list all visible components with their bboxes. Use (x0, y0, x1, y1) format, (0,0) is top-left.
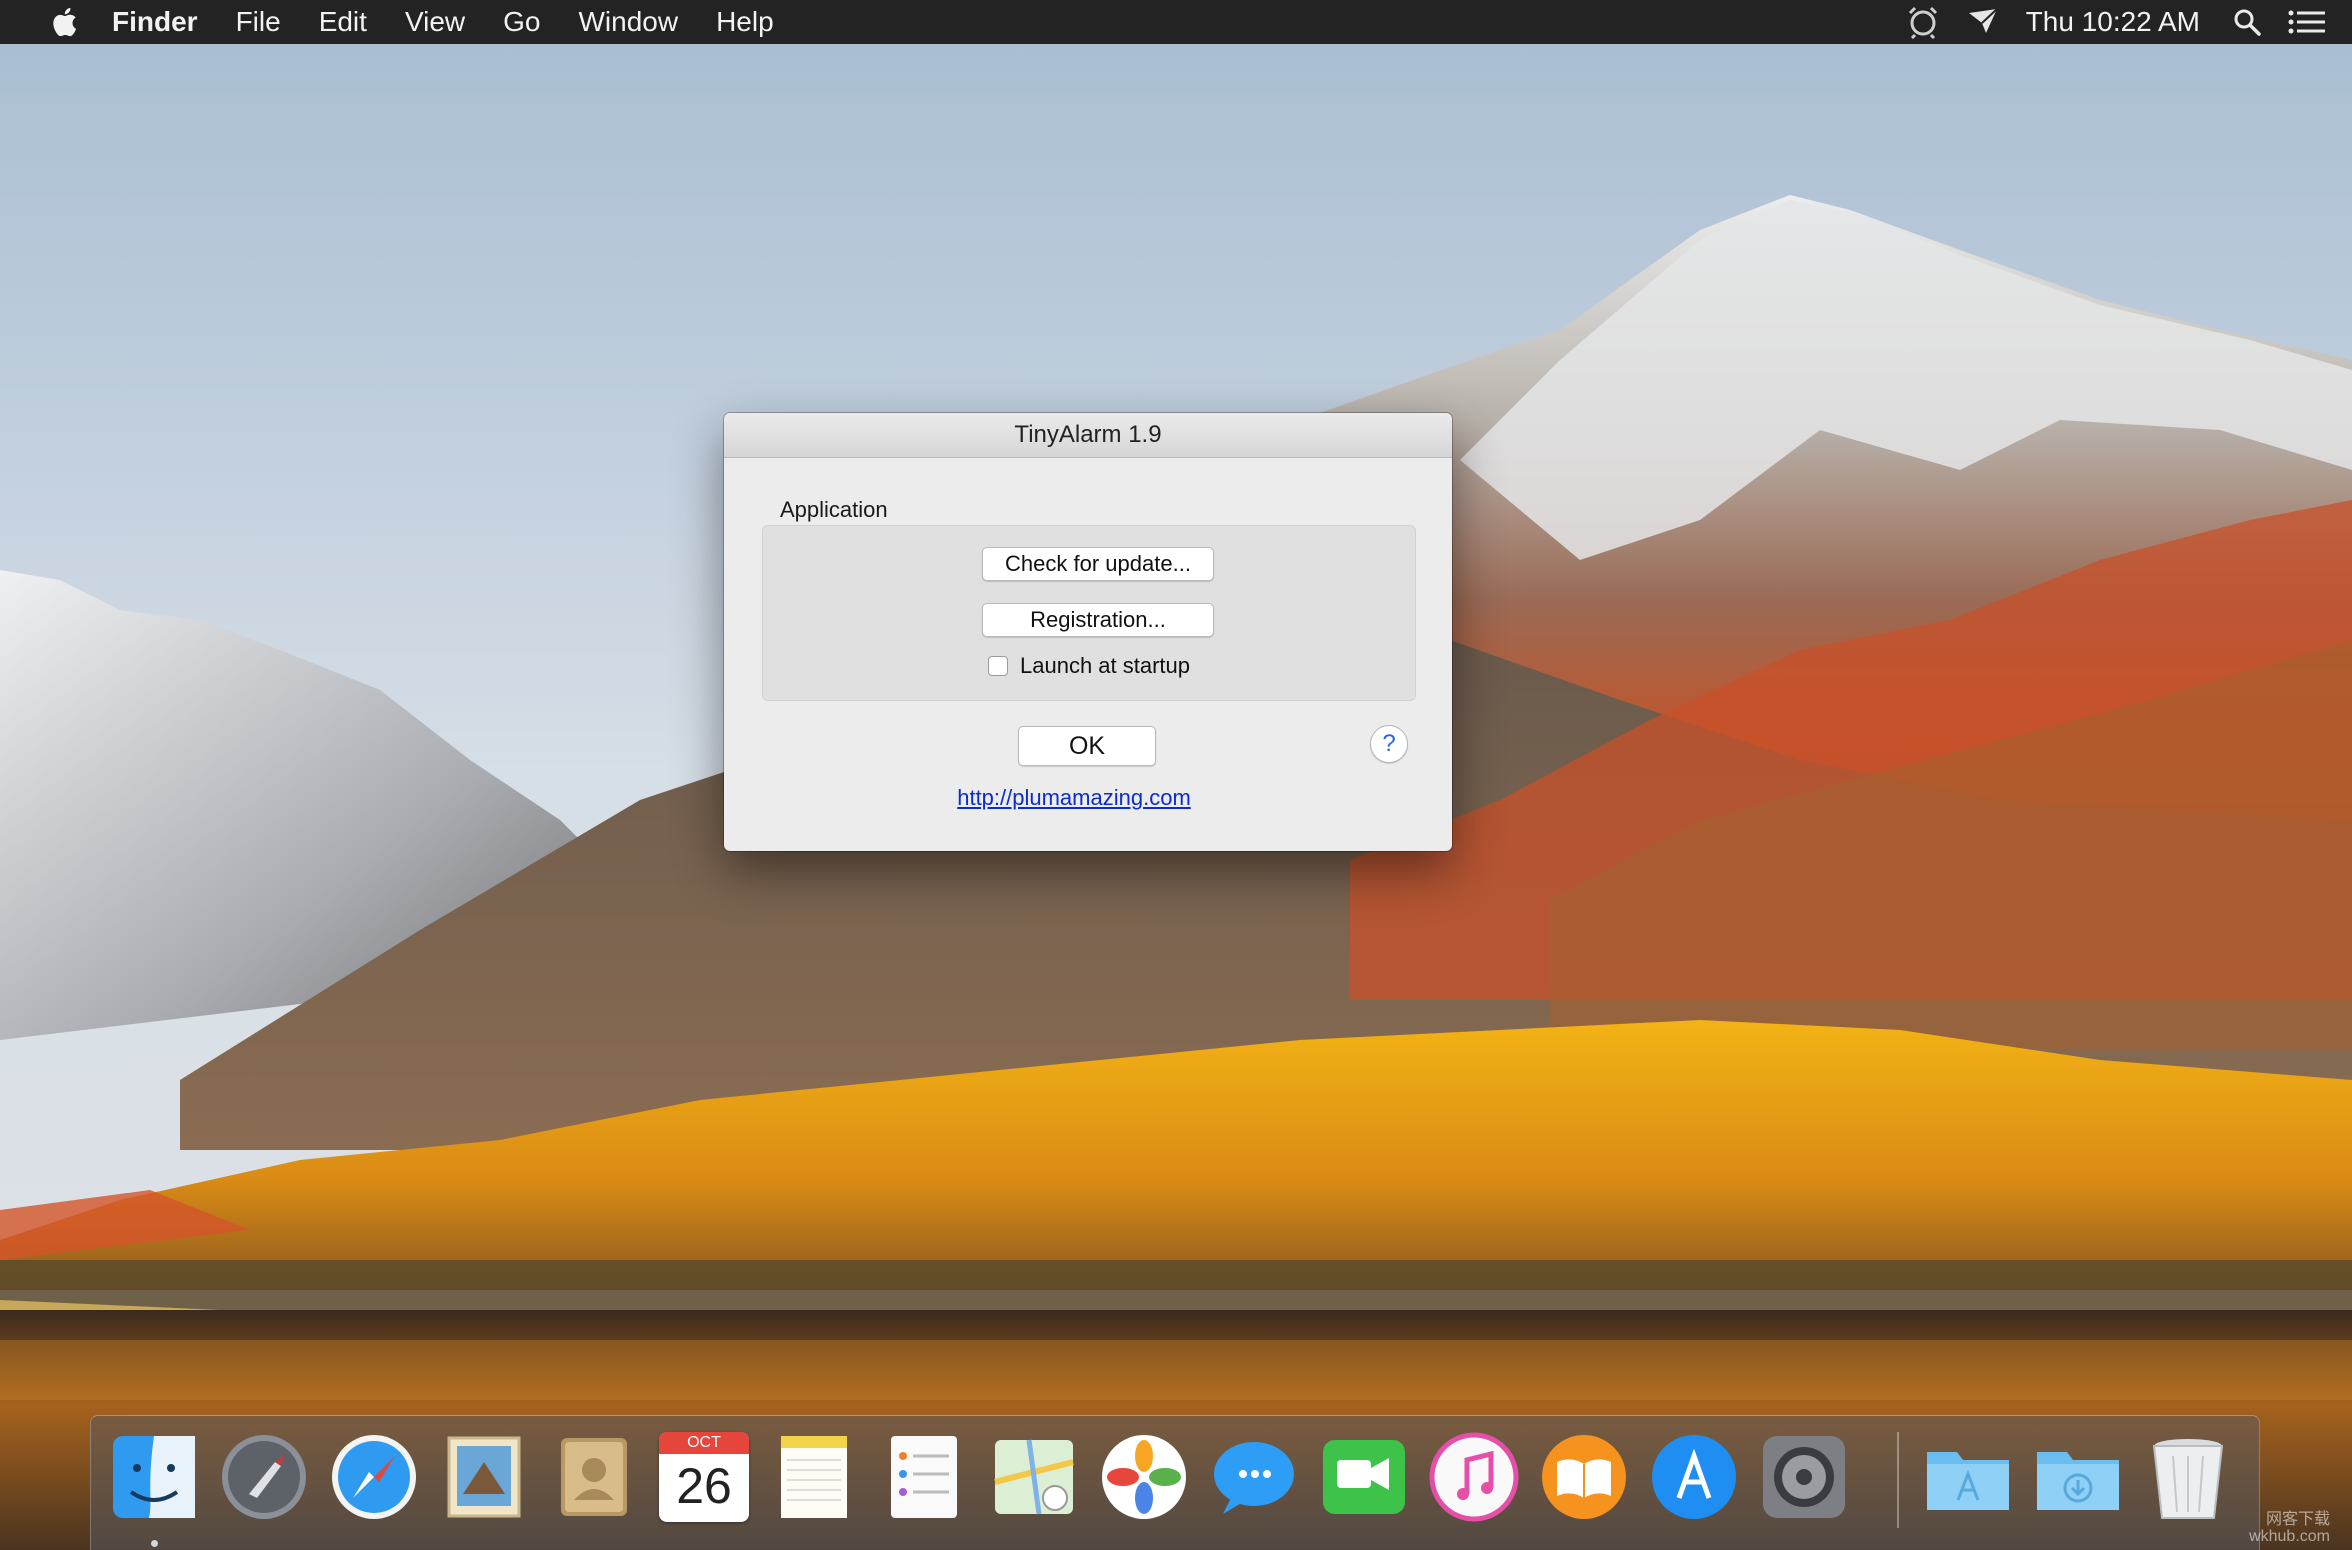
launch-at-startup-row: Launch at startup (988, 653, 1190, 679)
photos-icon[interactable] (1099, 1432, 1189, 1522)
ibooks-icon[interactable] (1539, 1432, 1629, 1522)
menu-extras: Thu 10:22 AM (1906, 0, 2352, 44)
tinyalarm-dialog: TinyAlarm 1.9 Application Check for upda… (724, 413, 1452, 851)
applications-folder-icon[interactable] (1923, 1432, 2013, 1522)
ok-button[interactable]: OK (1018, 726, 1156, 766)
itunes-icon[interactable] (1429, 1432, 1519, 1522)
apple-menu-icon[interactable] (36, 7, 92, 37)
notification-center-icon[interactable] (2288, 9, 2326, 35)
watermark: 网客下载 wkhub.com (2249, 1511, 2330, 1546)
help-button[interactable]: ? (1370, 725, 1408, 763)
app-store-icon[interactable] (1649, 1432, 1739, 1522)
calendar-month: OCT (659, 1432, 749, 1454)
maps-icon[interactable] (989, 1432, 1079, 1522)
mail-icon[interactable] (439, 1432, 529, 1522)
notes-icon[interactable] (769, 1432, 859, 1522)
menu-app-name[interactable]: Finder (106, 6, 204, 38)
menu-help[interactable]: Help (710, 6, 780, 38)
menu-window[interactable]: Window (572, 6, 684, 38)
website-link[interactable]: http://plumamazing.com (724, 785, 1424, 811)
check-for-update-button[interactable]: Check for update... (982, 547, 1214, 581)
menu-clock[interactable]: Thu 10:22 AM (2026, 6, 2200, 38)
calendar-icon[interactable]: OCT 26 (659, 1432, 749, 1522)
search-icon[interactable] (2232, 7, 2262, 37)
finder-running-indicator (151, 1540, 158, 1547)
watermark-line2: wkhub.com (2249, 1528, 2330, 1546)
trash-icon[interactable] (2143, 1432, 2233, 1522)
application-group-label: Application (780, 497, 888, 522)
alarm-clock-icon[interactable] (1906, 5, 1940, 39)
calendar-day: 26 (676, 1458, 732, 1514)
dock: OCT 26 (90, 1415, 2260, 1550)
system-preferences-icon[interactable] (1759, 1432, 1849, 1522)
finder-icon[interactable] (109, 1432, 199, 1522)
watermark-line1: 网客下载 (2265, 1510, 2330, 1528)
facetime-icon[interactable] (1319, 1432, 1409, 1522)
launch-at-startup-checkbox[interactable] (988, 656, 1008, 676)
menu-bar: Finder File Edit View Go Window Help Thu… (0, 0, 2352, 44)
downloads-folder-icon[interactable] (2033, 1432, 2123, 1522)
safari-icon[interactable] (329, 1432, 419, 1522)
menu-file[interactable]: File (230, 6, 287, 38)
menu-view[interactable]: View (399, 6, 471, 38)
desktop: Finder File Edit View Go Window Help Thu… (0, 0, 2352, 1550)
menu-go[interactable]: Go (497, 6, 546, 38)
messages-icon[interactable] (1209, 1432, 1299, 1522)
launch-at-startup-label[interactable]: Launch at startup (1020, 653, 1190, 679)
dock-separator (1897, 1432, 1899, 1528)
launchpad-icon[interactable] (219, 1432, 309, 1522)
airplay-icon[interactable] (1966, 7, 2000, 37)
menu-edit[interactable]: Edit (313, 6, 373, 38)
dialog-title: TinyAlarm 1.9 (724, 413, 1452, 458)
registration-button[interactable]: Registration... (982, 603, 1214, 637)
contacts-icon[interactable] (549, 1432, 639, 1522)
reminders-icon[interactable] (879, 1432, 969, 1522)
